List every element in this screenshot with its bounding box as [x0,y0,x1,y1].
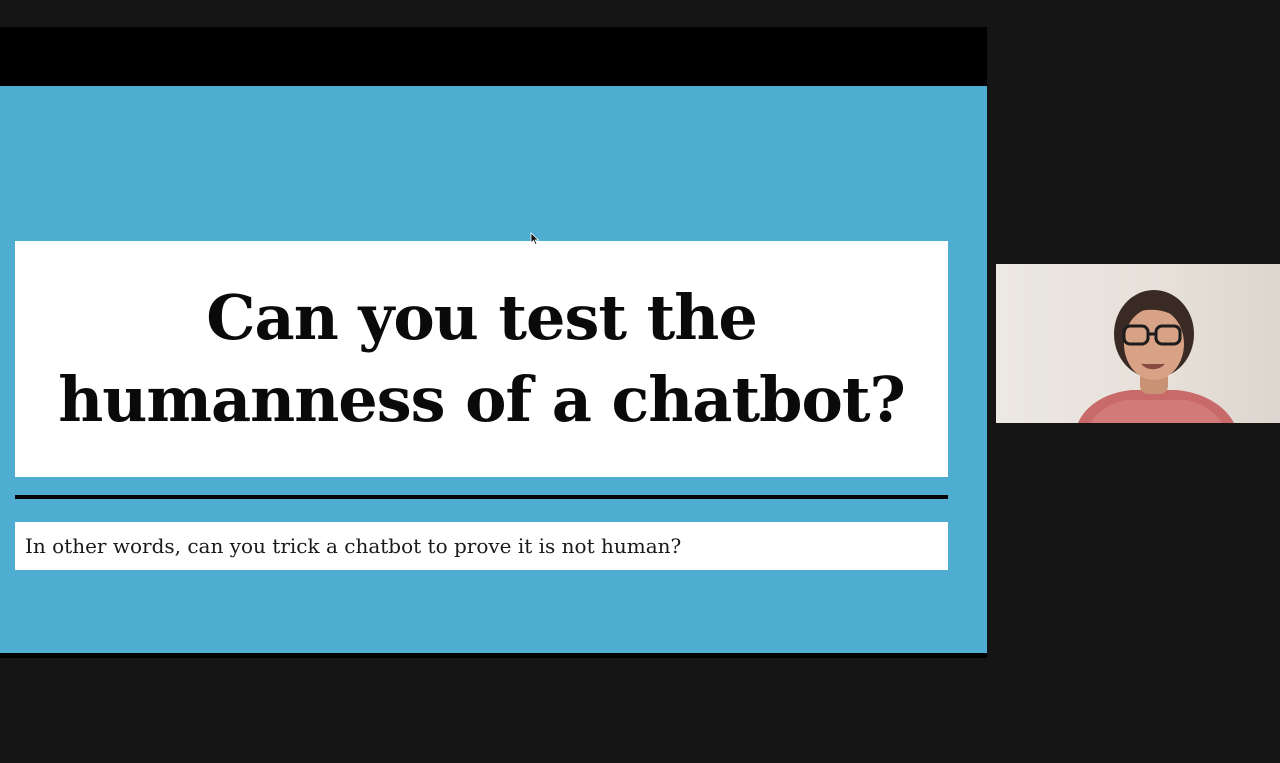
slide-title-box: Can you test the humanness of a chatbot? [15,241,948,477]
slide-subtitle: In other words, can you trick a chatbot … [25,534,682,558]
slide-title: Can you test the humanness of a chatbot? [58,281,906,436]
presentation-slide: Can you test the humanness of a chatbot?… [0,86,987,653]
slide-subtitle-box: In other words, can you trick a chatbot … [15,522,948,570]
participant-video [1078,290,1234,423]
slide-divider [15,495,948,499]
participant-video-tile[interactable] [996,264,1280,423]
screen-share-area: Can you test the humanness of a chatbot?… [0,27,987,658]
meeting-window: Can you test the humanness of a chatbot?… [0,0,1280,763]
mouse-pointer-icon [530,232,540,246]
